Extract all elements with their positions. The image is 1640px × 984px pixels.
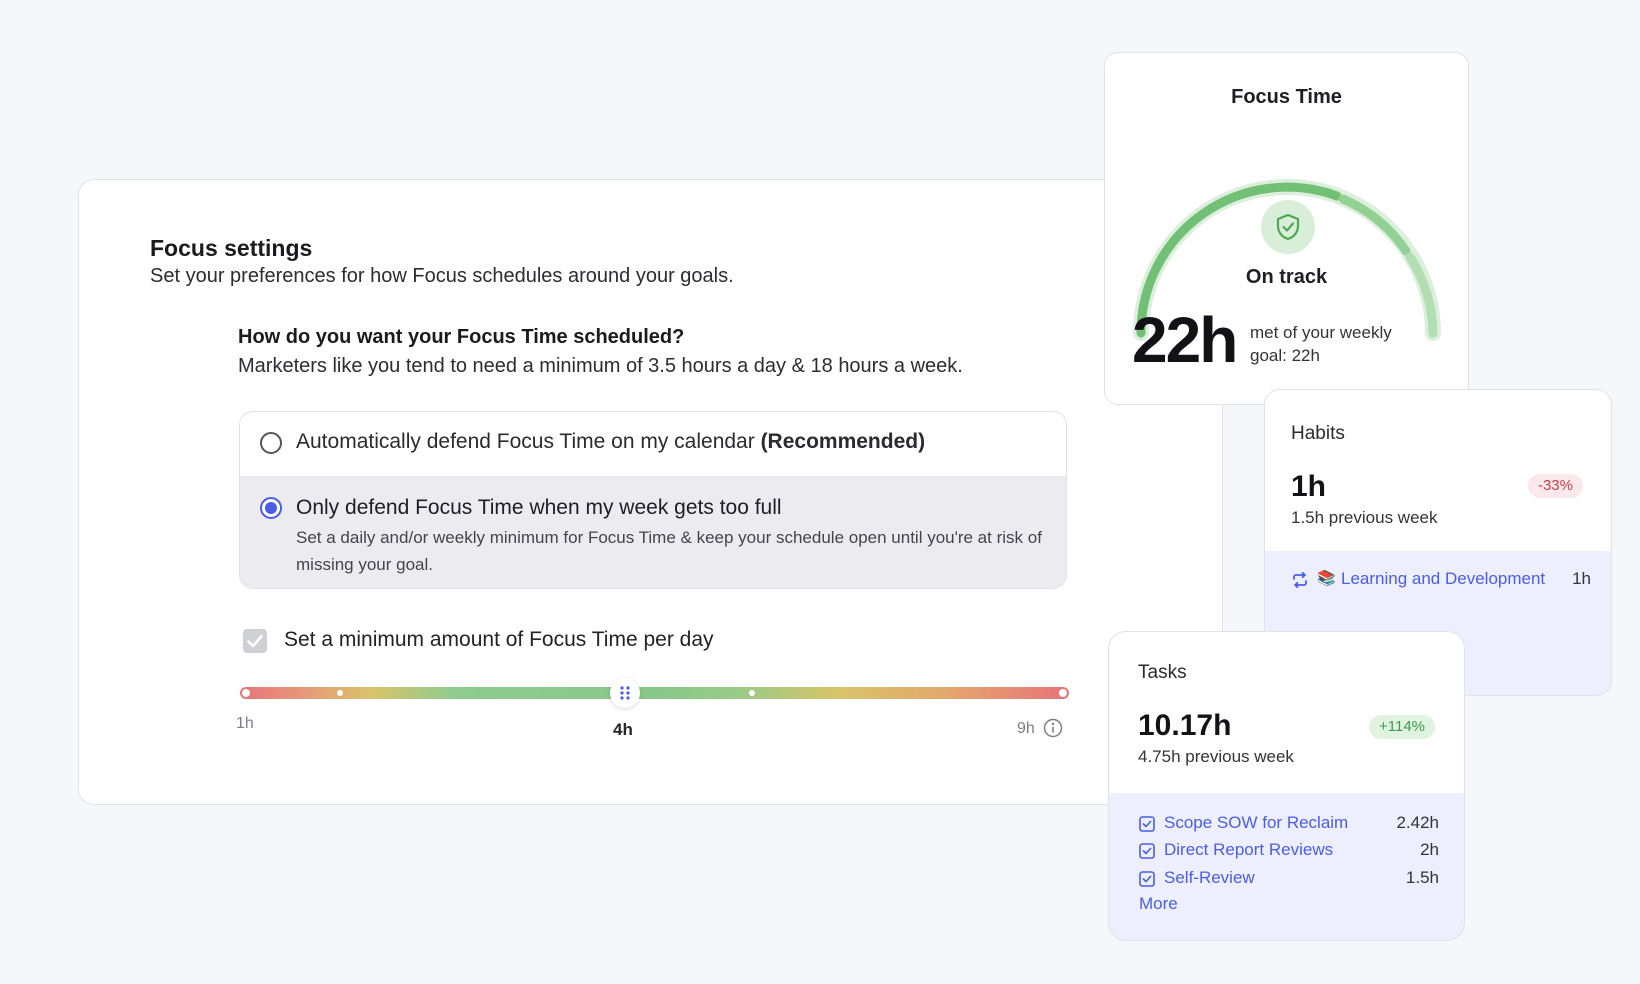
settings-title: Focus settings — [150, 235, 313, 261]
habits-title: Habits — [1291, 423, 1345, 444]
slider-value-label: 4h — [613, 720, 633, 739]
task-check-icon — [1139, 843, 1155, 859]
slider-min-marker — [242, 689, 250, 697]
habits-hours: 1h — [1291, 470, 1327, 503]
task-hours: 2.42h — [1396, 813, 1439, 832]
habit-item[interactable]: 📚 Learning and Development 1h — [1291, 568, 1591, 592]
more-tasks-link[interactable]: More — [1139, 894, 1178, 914]
option-auto-defend[interactable]: Automatically defend Focus Time on my ca… — [240, 412, 1066, 476]
tasks-previous: 4.75h previous week — [1138, 747, 1294, 766]
task-check-icon — [1139, 871, 1155, 887]
slider-max-label: 9h — [1017, 720, 1035, 737]
recommended-tag: (Recommended) — [760, 430, 926, 453]
tasks-hours: 10.17h — [1138, 709, 1232, 742]
radio-auto-defend[interactable] — [260, 432, 282, 454]
tasks-card: Tasks 10.17h +114% 4.75h previous week S… — [1108, 631, 1465, 941]
slider-marker — [337, 690, 343, 696]
info-icon[interactable] — [1043, 718, 1063, 738]
settings-subtitle: Set your preferences for how Focus sched… — [150, 265, 734, 287]
focus-time-slider[interactable] — [240, 687, 1069, 699]
slider-marker — [749, 690, 755, 696]
habits-change-badge: -33% — [1527, 474, 1583, 498]
task-name[interactable]: Direct Report Reviews — [1164, 840, 1333, 860]
habit-hours: 1h — [1572, 569, 1591, 588]
focus-time-title: Focus Time — [1231, 86, 1342, 108]
task-item[interactable]: Self-Review 1.5h — [1139, 867, 1439, 891]
shield-check-icon — [1276, 213, 1300, 241]
focus-status: On track — [1245, 266, 1328, 288]
task-name[interactable]: Scope SOW for Reclaim — [1164, 813, 1348, 833]
option-defend-when-full[interactable]: Only defend Focus Time when my week gets… — [240, 476, 1066, 588]
focus-hours-value: 22h — [1132, 304, 1238, 376]
tasks-title: Tasks — [1138, 662, 1187, 683]
focus-goal-text: met of your weekly goal: 22h — [1250, 323, 1392, 365]
tasks-change-badge: +114% — [1368, 715, 1435, 739]
focus-settings-card: Focus settings Set your preferences for … — [78, 179, 1223, 805]
option-defend-when-full-description: Set a daily and/or weekly minimum for Fo… — [296, 528, 1042, 574]
focus-time-card: Focus Time On track 22h met of your week… — [1104, 52, 1469, 405]
task-name[interactable]: Self-Review — [1164, 868, 1255, 888]
task-item[interactable]: Scope SOW for Reclaim 2.42h — [1139, 812, 1439, 836]
min-per-day-checkbox[interactable] — [243, 629, 267, 653]
repeat-icon — [1293, 572, 1307, 588]
option-defend-when-full-label: Only defend Focus Time when my week gets… — [296, 496, 782, 519]
tasks-summary: Tasks 10.17h +114% 4.75h previous week — [1109, 632, 1464, 793]
schedule-options: Automatically defend Focus Time on my ca… — [239, 411, 1067, 589]
task-item[interactable]: Direct Report Reviews 2h — [1139, 839, 1439, 863]
task-hours: 2h — [1420, 840, 1439, 859]
radio-defend-when-full[interactable] — [260, 497, 282, 519]
habits-previous: 1.5h previous week — [1291, 508, 1438, 527]
slider-min-label: 1h — [236, 715, 254, 732]
books-icon: 📚 — [1317, 570, 1336, 587]
task-hours: 1.5h — [1405, 868, 1439, 887]
task-check-icon — [1139, 816, 1155, 832]
slider-max-marker — [1059, 689, 1067, 697]
habits-summary: Habits 1h -33% 1.5h previous week — [1265, 390, 1611, 551]
habit-name[interactable]: Learning and Development — [1341, 569, 1567, 589]
shield-badge — [1261, 200, 1315, 254]
option-auto-defend-label: Automatically defend Focus Time on my ca… — [296, 430, 926, 453]
min-per-day-label: Set a minimum amount of Focus Time per d… — [284, 628, 714, 651]
schedule-question-hint: Marketers like you tend to need a minimu… — [238, 355, 963, 377]
drag-handle-icon — [620, 686, 630, 700]
checkmark-icon — [247, 634, 263, 648]
schedule-question: How do you want your Focus Time schedule… — [238, 326, 685, 348]
slider-handle[interactable] — [610, 678, 640, 708]
